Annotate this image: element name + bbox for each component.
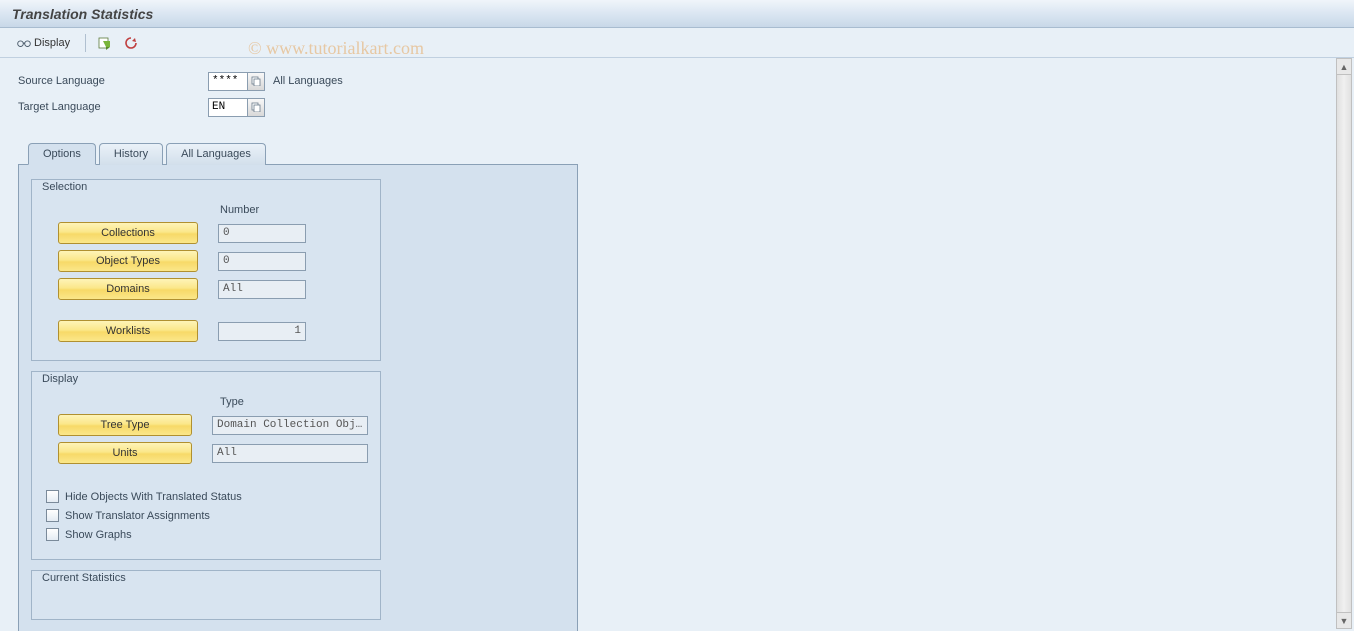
hide-objects-label: Hide Objects With Translated Status bbox=[65, 491, 242, 503]
show-assignments-label: Show Translator Assignments bbox=[65, 510, 210, 522]
display-col-header: Type bbox=[220, 396, 368, 408]
show-graphs-checkbox[interactable] bbox=[46, 528, 59, 541]
refresh-icon bbox=[124, 36, 138, 50]
tab-strip: Options History All Languages bbox=[18, 142, 578, 165]
source-language-label: Source Language bbox=[18, 75, 208, 87]
source-language-row: Source Language **** All Languages bbox=[18, 70, 1334, 92]
display-button[interactable]: Display bbox=[10, 34, 77, 52]
f4-help-icon bbox=[251, 76, 261, 86]
collections-row: Collections bbox=[44, 222, 368, 244]
worklists-value bbox=[218, 322, 306, 341]
display-group-title: Display bbox=[38, 371, 82, 387]
selection-group: Selection Number Collections Object Type… bbox=[31, 179, 381, 361]
execute-button[interactable] bbox=[94, 33, 116, 53]
target-language-row: Target Language EN bbox=[18, 96, 1334, 118]
tab-all-languages[interactable]: All Languages bbox=[166, 143, 266, 165]
glasses-icon bbox=[17, 38, 31, 48]
object-types-value bbox=[218, 252, 306, 271]
selection-col-header: Number bbox=[220, 204, 368, 216]
current-statistics-group: Current Statistics bbox=[31, 570, 381, 620]
units-button[interactable]: Units bbox=[58, 442, 192, 464]
scroll-down-button[interactable]: ▼ bbox=[1337, 612, 1351, 628]
selection-group-title: Selection bbox=[38, 179, 91, 195]
execute-icon bbox=[98, 36, 112, 50]
source-language-desc: All Languages bbox=[273, 75, 343, 87]
vertical-scrollbar[interactable]: ▲ ▼ bbox=[1336, 58, 1352, 629]
content-area: Source Language **** All Languages Targe… bbox=[0, 58, 1334, 631]
display-button-label: Display bbox=[34, 37, 70, 49]
worklists-row: Worklists bbox=[44, 320, 368, 342]
title-bar: Translation Statistics bbox=[0, 0, 1354, 28]
hide-objects-checkbox[interactable] bbox=[46, 490, 59, 503]
tree-type-row: Tree Type bbox=[44, 414, 368, 436]
object-types-row: Object Types bbox=[44, 250, 368, 272]
tree-type-value bbox=[212, 416, 368, 435]
f4-help-icon bbox=[251, 102, 261, 112]
units-row: Units bbox=[44, 442, 368, 464]
display-group: Display Type Tree Type Units Hide Object… bbox=[31, 371, 381, 560]
object-types-button[interactable]: Object Types bbox=[58, 250, 198, 272]
collections-button[interactable]: Collections bbox=[58, 222, 198, 244]
source-language-input[interactable]: **** bbox=[208, 72, 248, 91]
refresh-button[interactable] bbox=[120, 33, 142, 53]
application-toolbar: Display bbox=[0, 28, 1354, 58]
collections-value bbox=[218, 224, 306, 243]
toolbar-separator bbox=[85, 34, 86, 52]
scroll-up-button[interactable]: ▲ bbox=[1337, 59, 1351, 75]
scroll-track[interactable] bbox=[1337, 75, 1351, 612]
units-value bbox=[212, 444, 368, 463]
domains-button[interactable]: Domains bbox=[58, 278, 198, 300]
show-assignments-row: Show Translator Assignments bbox=[46, 509, 368, 522]
tab-body-options: Selection Number Collections Object Type… bbox=[18, 165, 578, 631]
current-statistics-title: Current Statistics bbox=[38, 570, 130, 586]
hide-objects-row: Hide Objects With Translated Status bbox=[46, 490, 368, 503]
tab-options[interactable]: Options bbox=[28, 143, 96, 165]
target-language-label: Target Language bbox=[18, 101, 208, 113]
show-graphs-row: Show Graphs bbox=[46, 528, 368, 541]
domains-value bbox=[218, 280, 306, 299]
source-language-f4-button[interactable] bbox=[248, 72, 265, 91]
tab-history[interactable]: History bbox=[99, 143, 163, 165]
worklists-button[interactable]: Worklists bbox=[58, 320, 198, 342]
page-title: Translation Statistics bbox=[12, 6, 153, 22]
show-assignments-checkbox[interactable] bbox=[46, 509, 59, 522]
target-language-input[interactable]: EN bbox=[208, 98, 248, 117]
tree-type-button[interactable]: Tree Type bbox=[58, 414, 192, 436]
show-graphs-label: Show Graphs bbox=[65, 529, 132, 541]
target-language-f4-button[interactable] bbox=[248, 98, 265, 117]
domains-row: Domains bbox=[44, 278, 368, 300]
